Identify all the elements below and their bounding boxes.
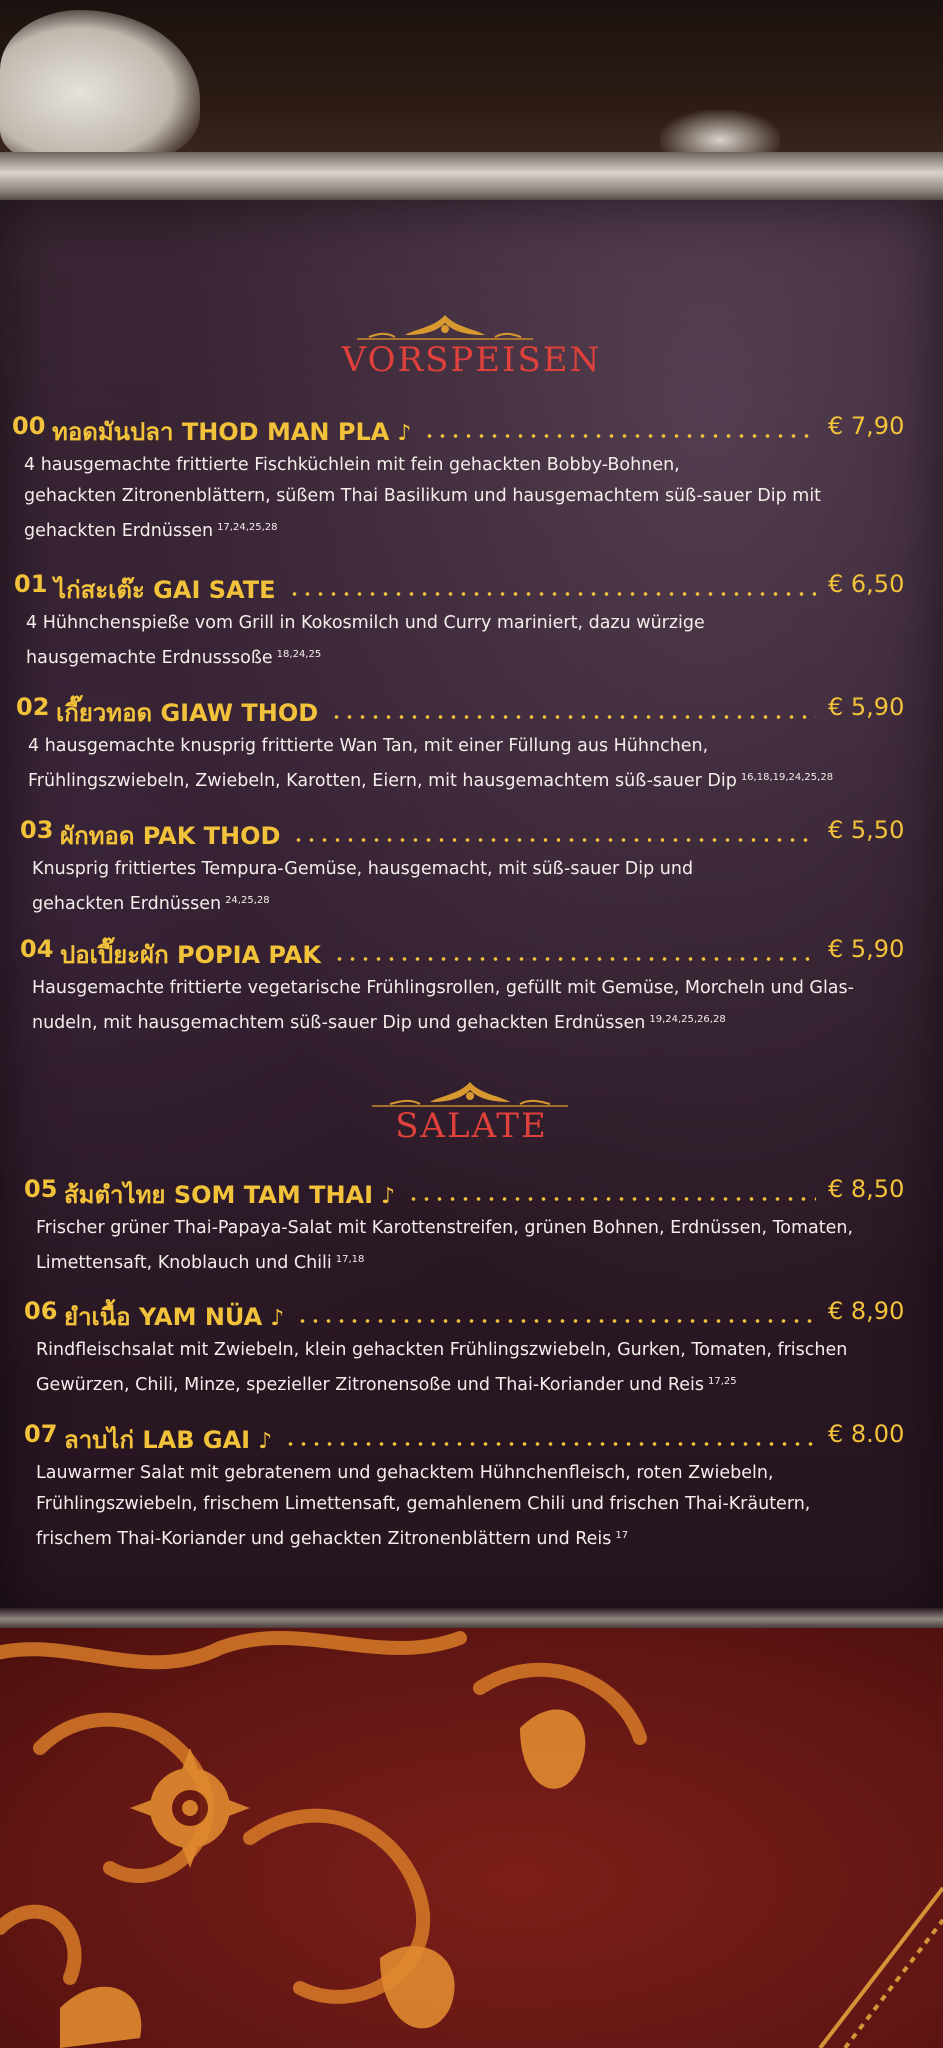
menu-item-description: Hausgemachte frittierte vegetarische Frü…: [32, 973, 854, 1039]
menu-item-header: 02 เกี๊ยวทอด GIAW THOD € 5,90: [0, 693, 943, 727]
menu-item-price: € 7,90: [828, 412, 905, 440]
dot-leader: [330, 714, 816, 720]
menu-item-description: 4 hausgemachte knusprig frittierte Wan T…: [28, 731, 833, 797]
chili-spicy-icon: ♪: [258, 1429, 273, 1454]
chili-spicy-icon: ♪: [381, 1184, 396, 1209]
menu-item-price: € 6,50: [828, 570, 905, 598]
menu-item-description-text: 4 hausgemachte knusprig frittierte Wan T…: [28, 736, 737, 791]
menu-item-name: ส้มตำไทย SOM TAM THAI ♪: [64, 1175, 395, 1214]
menu-item-name: ผักทอด PAK THOD: [60, 816, 280, 855]
thai-pattern-icon: [0, 1631, 943, 2048]
dot-leader: [423, 433, 816, 439]
dot-leader: [292, 837, 816, 843]
menu-item-description-text: Knusprig frittiertes Tempura-Gemüse, hau…: [32, 859, 694, 914]
menu-item-description: Lauwarmer Salat mit gebratenem und gehac…: [36, 1458, 810, 1555]
menu-item-description-text: 4 hausgemachte frittierte Fischküchlein …: [24, 455, 822, 541]
menu-item-number: 03: [20, 816, 54, 844]
dot-leader: [333, 956, 816, 962]
allergen-codes: 19,24,25,26,28: [649, 1014, 726, 1025]
menu-item-number: 05: [24, 1175, 58, 1203]
menu-item-price: € 8,90: [828, 1297, 905, 1325]
menu-item-description: Rindfleischsalat mit Zwiebeln, klein geh…: [36, 1335, 847, 1401]
menu-item-description-text: Hausgemachte frittierte vegetarische Frü…: [32, 978, 854, 1033]
menu-item-header: 04 ปอเปี๊ยะผัก POPIA PAK € 5,90: [0, 935, 943, 969]
menu-item-name-text: ยำเนื้อ YAM NÜA: [64, 1303, 263, 1331]
menu-item-header: 05 ส้มตำไทย SOM TAM THAI ♪ € 8,50: [0, 1175, 943, 1209]
tablecloth: [0, 1628, 943, 2048]
menu-item-number: 00: [12, 412, 46, 440]
menu-item-name-text: เกี๊ยวทอด GIAW THOD: [56, 699, 319, 727]
chili-spicy-icon: ♪: [270, 1306, 285, 1331]
menu-item-name-text: ส้มตำไทย SOM TAM THAI: [64, 1181, 374, 1209]
menu-item-number: 07: [24, 1420, 58, 1448]
menu-item-header: 01 ไก่สะเต๊ะ GAI SATE € 6,50: [0, 570, 943, 604]
menu-item-header: 03 ผักทอด PAK THOD € 5,50: [0, 816, 943, 850]
menu-item-name: ทอดมันปลา THOD MAN PLA ♪: [52, 412, 411, 451]
menu-item-price: € 8.00: [828, 1420, 905, 1448]
allergen-codes: 17,25: [707, 1376, 737, 1387]
dot-leader: [407, 1196, 816, 1202]
dot-leader: [296, 1318, 816, 1324]
menu-item-header: 00 ทอดมันปลา THOD MAN PLA ♪ € 7,90: [0, 412, 943, 446]
menu-item-name: ลาบไก่ LAB GAI ♪: [64, 1420, 272, 1459]
allergen-codes: 17: [615, 1530, 629, 1541]
menu-item-description-text: 4 Hühnchenspieße vom Grill in Kokosmilch…: [26, 613, 705, 668]
chili-spicy-icon: ♪: [397, 421, 412, 446]
menu-item-name-text: ปอเปี๊ยะผัก POPIA PAK: [60, 941, 321, 969]
menu-item-name-text: ผักทอด PAK THOD: [60, 822, 281, 850]
menu-item-number: 02: [16, 693, 50, 721]
menu-item-number: 06: [24, 1297, 58, 1325]
menu-item-price: € 8,50: [828, 1175, 905, 1203]
allergen-codes: 24,25,28: [225, 895, 270, 906]
menu-item-name-text: ทอดมันปลา THOD MAN PLA: [52, 418, 390, 446]
menu-item-name-text: ไก่สะเต๊ะ GAI SATE: [54, 576, 276, 604]
menu-item-description-text: Frischer grüner Thai-Papaya-Salat mit Ka…: [36, 1218, 854, 1273]
menu-item-description: 4 hausgemachte frittierte Fischküchlein …: [24, 450, 821, 547]
menu-item-number: 01: [14, 570, 48, 598]
menu-item-number: 04: [20, 935, 54, 963]
allergen-codes: 17,18: [335, 1254, 365, 1265]
section-title-vorspeisen: VORSPEISEN: [341, 340, 602, 380]
menu-item-description: Frischer grüner Thai-Papaya-Salat mit Ka…: [36, 1213, 853, 1279]
menu-item-price: € 5,90: [828, 693, 905, 721]
menu-item-header: 07 ลาบไก่ LAB GAI ♪ € 8.00: [0, 1420, 943, 1454]
menu-item-name-text: ลาบไก่ LAB GAI: [64, 1426, 251, 1454]
menu-holder-bottom-edge: [0, 1608, 943, 1630]
dot-leader: [288, 591, 816, 597]
dot-leader: [284, 1441, 816, 1447]
menu-item-name: เกี๊ยวทอด GIAW THOD: [56, 693, 318, 732]
menu-item-description: 4 Hühnchenspieße vom Grill in Kokosmilch…: [26, 608, 705, 674]
section-title-salate: SALATE: [395, 1106, 548, 1146]
menu-item-description-text: Lauwarmer Salat mit gebratenem und gehac…: [36, 1463, 811, 1549]
ornament-divider-icon: [357, 315, 533, 340]
menu-item-price: € 5,90: [828, 935, 905, 963]
allergen-codes: 16,18,19,24,25,28: [740, 772, 834, 783]
allergen-codes: 17,24,25,28: [217, 522, 278, 533]
menu-item-name: ไก่สะเต๊ะ GAI SATE: [54, 570, 276, 609]
menu-item-price: € 5,50: [828, 816, 905, 844]
menu-item-description: Knusprig frittiertes Tempura-Gemüse, hau…: [32, 854, 693, 920]
menu-item-header: 06 ยำเนื้อ YAM NÜA ♪ € 8,90: [0, 1297, 943, 1331]
menu-holder-top-edge: [0, 152, 943, 204]
allergen-codes: 18,24,25: [276, 649, 322, 660]
menu-item-name: ปอเปี๊ยะผัก POPIA PAK: [60, 935, 321, 974]
menu-item-name: ยำเนื้อ YAM NÜA ♪: [64, 1297, 284, 1336]
